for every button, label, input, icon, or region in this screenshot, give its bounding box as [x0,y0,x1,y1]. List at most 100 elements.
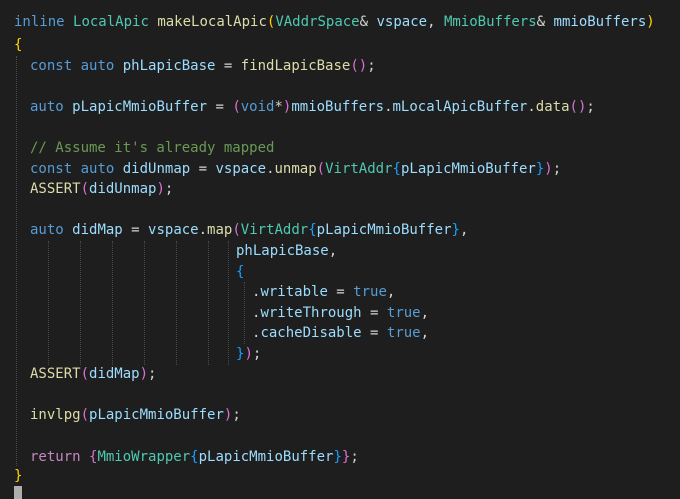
code-token: writeThrough [260,305,362,321]
code-line[interactable]: auto didMap = vspace.map(VirtAddr{pLapic… [30,220,468,240]
indent-guide [208,241,209,365]
indent-guide [16,56,17,466]
code-line[interactable]: .cacheDisable = true, [252,323,429,343]
code-token: , [427,14,444,30]
code-token: { [14,37,23,53]
code-token: { [236,264,245,280]
code-token: ( [80,181,90,197]
code-token: vspace [148,222,199,238]
code-token: map [207,222,233,238]
code-token: ; [252,346,262,362]
code-token: ) [156,181,165,197]
code-token: true [353,284,387,300]
code-token: didUnmap [89,181,157,197]
code-token: unmap [274,161,317,177]
code-token: { [392,161,401,177]
code-token: pLapicMmioBuffer [89,407,224,423]
code-token: . [384,99,393,115]
code-token: VAddrSpace [275,14,360,30]
code-token: true [386,305,421,321]
code-line[interactable]: phLapicBase, [236,241,337,261]
code-token: = [190,161,216,177]
code-token: = [207,99,233,115]
code-token: pLapicMmioBuffer [72,99,208,115]
code-token: vspace [215,161,267,177]
code-token: { [308,222,317,238]
code-token: . [198,222,208,238]
code-token: auto [80,161,115,177]
code-token: auto [80,58,115,74]
code-token: ASSERT [30,366,81,382]
code-line[interactable]: // Assume it's already mapped [30,138,274,158]
code-token: pLapicMmioBuffer [198,449,334,465]
code-token: phLapicBase [236,243,329,259]
code-token: ) [646,14,655,30]
indent-guide [80,241,81,365]
code-token: phLapicBase [122,58,216,74]
indent-guide [176,241,177,365]
code-token: VirtAddr [240,222,309,238]
code-line[interactable]: .writeThrough = true, [252,303,429,323]
code-token: } [14,468,23,484]
code-token: ; [148,366,157,382]
code-token: = [122,222,149,238]
code-token: VirtAddr [325,161,393,177]
code-token: invlpg [30,407,81,423]
code-token: ; [164,181,174,197]
code-line[interactable]: const auto phLapicBase = findLapicBase()… [30,56,376,76]
code-token: = [327,284,354,300]
code-token: LocalApic [73,14,149,30]
code-token: pLapicMmioBuffer [400,161,536,177]
code-line[interactable]: invlpg(pLapicMmioBuffer); [30,405,241,425]
code-token: const [30,161,73,177]
code-token: const [30,58,73,74]
code-token: , [420,325,430,341]
code-token: = [361,325,387,341]
code-token: writable [260,284,328,300]
code-token: , [328,243,338,259]
code-token: makeLocalApic [157,14,267,30]
code-token: ASSERT [30,181,81,197]
code-token: return [30,449,81,465]
code-token: didMap [89,366,140,382]
code-token: . [527,99,536,115]
code-token: pLapicMmioBuffer [316,222,452,238]
indent-guide [112,241,113,365]
code-line[interactable]: { [14,35,22,55]
code-token: true [386,325,421,341]
code-token: . [266,161,275,177]
code-token: ( [316,161,326,177]
code-token: ; [367,58,376,74]
code-line[interactable]: { [236,262,244,282]
indent-guide [244,282,245,344]
code-line[interactable]: ASSERT(didUnmap); [30,179,173,199]
code-token: = [215,58,241,74]
code-token: ( [80,407,90,423]
code-token: auto [30,222,64,238]
code-editor[interactable]: inline LocalApic makeLocalApic (VAddrSpac… [0,0,680,499]
code-token: mLocalApicBuffer [392,99,528,115]
code-token: ; [552,161,562,177]
code-line[interactable]: }); [236,344,261,364]
code-line[interactable]: .writable = true, [252,282,395,302]
code-token: () [350,58,368,74]
code-token: mmioBuffers [553,14,647,30]
indent-guide [48,241,49,365]
code-token: didUnmap [122,161,191,177]
code-line[interactable]: return {MmioWrapper{pLapicMmioBuffer}}; [30,447,359,467]
code-line[interactable]: ASSERT(didMap); [30,364,156,384]
code-line[interactable]: const auto didUnmap = vspace.unmap(VirtA… [30,159,561,179]
code-token: ) [244,346,253,362]
code-token: didMap [72,222,123,238]
code-line[interactable]: inline LocalApic makeLocalApic(VAddrSpac… [14,12,655,32]
code-token: ) [139,366,149,382]
code-line[interactable]: auto pLapicMmioBuffer = (void*)mmioBuffe… [30,97,595,117]
code-token: ; [350,449,359,465]
code-line[interactable]: } [14,466,22,486]
